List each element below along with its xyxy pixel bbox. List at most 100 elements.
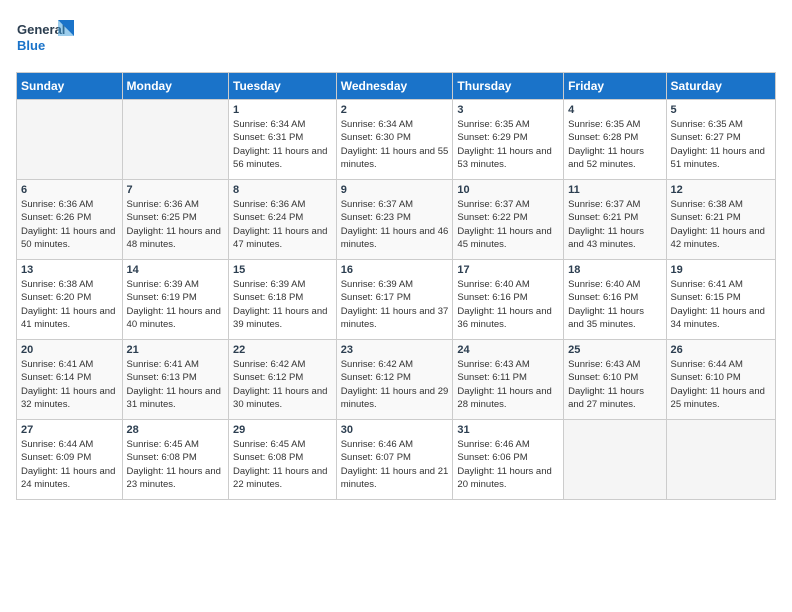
- cell-info: Sunrise: 6:41 AM Sunset: 6:13 PM Dayligh…: [127, 358, 225, 411]
- weekday-header-monday: Monday: [122, 73, 229, 100]
- cell-info: Sunrise: 6:46 AM Sunset: 6:07 PM Dayligh…: [341, 438, 449, 491]
- day-number: 13: [21, 264, 118, 276]
- day-number: 15: [233, 264, 332, 276]
- cell-info: Sunrise: 6:39 AM Sunset: 6:18 PM Dayligh…: [233, 278, 332, 331]
- week-row-2: 6Sunrise: 6:36 AM Sunset: 6:26 PM Daylig…: [17, 180, 776, 260]
- cell-info: Sunrise: 6:35 AM Sunset: 6:27 PM Dayligh…: [671, 118, 771, 171]
- weekday-header-friday: Friday: [564, 73, 666, 100]
- day-number: 4: [568, 104, 661, 116]
- cell-info: Sunrise: 6:36 AM Sunset: 6:24 PM Dayligh…: [233, 198, 332, 251]
- cell-info: Sunrise: 6:36 AM Sunset: 6:26 PM Dayligh…: [21, 198, 118, 251]
- svg-text:Blue: Blue: [17, 38, 45, 53]
- calendar-cell: 21 Sunrise: 6:41 AM Sunset: 6:13 PM Dayli…: [122, 340, 229, 420]
- day-number: 22: [233, 344, 332, 356]
- cell-info: Sunrise: 6:37 AM Sunset: 6:23 PM Dayligh…: [341, 198, 449, 251]
- day-number: 10: [457, 184, 559, 196]
- weekday-header-row: SundayMondayTuesdayWednesdayThursdayFrid…: [17, 73, 776, 100]
- day-number: 24: [457, 344, 559, 356]
- calendar-cell: 7 Sunrise: 6:36 AM Sunset: 6:25 PM Daylig…: [122, 180, 229, 260]
- day-number: 23: [341, 344, 449, 356]
- calendar-table: SundayMondayTuesdayWednesdayThursdayFrid…: [16, 72, 776, 500]
- calendar-cell: 25 Sunrise: 6:43 AM Sunset: 6:10 PM Dayli…: [564, 340, 666, 420]
- cell-info: Sunrise: 6:35 AM Sunset: 6:29 PM Dayligh…: [457, 118, 559, 171]
- calendar-cell: 6Sunrise: 6:36 AM Sunset: 6:26 PM Daylig…: [17, 180, 123, 260]
- cell-info: Sunrise: 6:38 AM Sunset: 6:20 PM Dayligh…: [21, 278, 118, 331]
- cell-info: Sunrise: 6:43 AM Sunset: 6:10 PM Dayligh…: [568, 358, 661, 411]
- day-number: 9: [341, 184, 449, 196]
- day-number: 8: [233, 184, 332, 196]
- day-number: 29: [233, 424, 332, 436]
- day-number: 1: [233, 104, 332, 116]
- day-number: 16: [341, 264, 449, 276]
- calendar-cell: 17Sunrise: 6:40 AM Sunset: 6:16 PM Dayli…: [453, 260, 564, 340]
- weekday-header-sunday: Sunday: [17, 73, 123, 100]
- calendar-cell: 5 Sunrise: 6:35 AM Sunset: 6:27 PM Daylig…: [666, 100, 775, 180]
- day-number: 31: [457, 424, 559, 436]
- cell-info: Sunrise: 6:44 AM Sunset: 6:10 PM Dayligh…: [671, 358, 771, 411]
- calendar-cell: 20Sunrise: 6:41 AM Sunset: 6:14 PM Dayli…: [17, 340, 123, 420]
- calendar-cell: 28Sunrise: 6:45 AM Sunset: 6:08 PM Dayli…: [122, 420, 229, 500]
- calendar-cell: 1 Sunrise: 6:34 AM Sunset: 6:31 PM Daylig…: [229, 100, 337, 180]
- cell-info: Sunrise: 6:42 AM Sunset: 6:12 PM Dayligh…: [233, 358, 332, 411]
- calendar-cell: 13 Sunrise: 6:38 AM Sunset: 6:20 PM Dayli…: [17, 260, 123, 340]
- calendar-cell: 11 Sunrise: 6:37 AM Sunset: 6:21 PM Dayli…: [564, 180, 666, 260]
- cell-info: Sunrise: 6:34 AM Sunset: 6:30 PM Dayligh…: [341, 118, 449, 171]
- calendar-cell: 23 Sunrise: 6:42 AM Sunset: 6:12 PM Dayli…: [336, 340, 453, 420]
- day-number: 19: [671, 264, 771, 276]
- day-number: 14: [127, 264, 225, 276]
- weekday-header-saturday: Saturday: [666, 73, 775, 100]
- week-row-1: 1 Sunrise: 6:34 AM Sunset: 6:31 PM Daylig…: [17, 100, 776, 180]
- cell-info: Sunrise: 6:34 AM Sunset: 6:31 PM Dayligh…: [233, 118, 332, 171]
- cell-info: Sunrise: 6:38 AM Sunset: 6:21 PM Dayligh…: [671, 198, 771, 251]
- calendar-cell: 18Sunrise: 6:40 AM Sunset: 6:16 PM Dayli…: [564, 260, 666, 340]
- calendar-cell: 27Sunrise: 6:44 AM Sunset: 6:09 PM Dayli…: [17, 420, 123, 500]
- week-row-4: 20Sunrise: 6:41 AM Sunset: 6:14 PM Dayli…: [17, 340, 776, 420]
- weekday-header-thursday: Thursday: [453, 73, 564, 100]
- cell-info: Sunrise: 6:35 AM Sunset: 6:28 PM Dayligh…: [568, 118, 661, 171]
- calendar-cell: 8 Sunrise: 6:36 AM Sunset: 6:24 PM Daylig…: [229, 180, 337, 260]
- calendar-cell: 12 Sunrise: 6:38 AM Sunset: 6:21 PM Dayli…: [666, 180, 775, 260]
- day-number: 12: [671, 184, 771, 196]
- calendar-cell: 10 Sunrise: 6:37 AM Sunset: 6:22 PM Dayli…: [453, 180, 564, 260]
- day-number: 11: [568, 184, 661, 196]
- day-number: 3: [457, 104, 559, 116]
- cell-info: Sunrise: 6:44 AM Sunset: 6:09 PM Dayligh…: [21, 438, 118, 491]
- calendar-cell: 22 Sunrise: 6:42 AM Sunset: 6:12 PM Dayli…: [229, 340, 337, 420]
- day-number: 21: [127, 344, 225, 356]
- cell-info: Sunrise: 6:39 AM Sunset: 6:17 PM Dayligh…: [341, 278, 449, 331]
- calendar-cell: 31 Sunrise: 6:46 AM Sunset: 6:06 PM Dayli…: [453, 420, 564, 500]
- cell-info: Sunrise: 6:46 AM Sunset: 6:06 PM Dayligh…: [457, 438, 559, 491]
- calendar-cell: 2Sunrise: 6:34 AM Sunset: 6:30 PM Daylig…: [336, 100, 453, 180]
- cell-info: Sunrise: 6:40 AM Sunset: 6:16 PM Dayligh…: [457, 278, 559, 331]
- calendar-cell: 30Sunrise: 6:46 AM Sunset: 6:07 PM Dayli…: [336, 420, 453, 500]
- logo: General Blue: [16, 16, 76, 60]
- calendar-cell: [564, 420, 666, 500]
- cell-info: Sunrise: 6:37 AM Sunset: 6:21 PM Dayligh…: [568, 198, 661, 251]
- calendar-cell: [122, 100, 229, 180]
- calendar-cell: 4 Sunrise: 6:35 AM Sunset: 6:28 PM Daylig…: [564, 100, 666, 180]
- calendar-cell: 15 Sunrise: 6:39 AM Sunset: 6:18 PM Dayli…: [229, 260, 337, 340]
- cell-info: Sunrise: 6:41 AM Sunset: 6:15 PM Dayligh…: [671, 278, 771, 331]
- cell-info: Sunrise: 6:41 AM Sunset: 6:14 PM Dayligh…: [21, 358, 118, 411]
- day-number: 25: [568, 344, 661, 356]
- cell-info: Sunrise: 6:45 AM Sunset: 6:08 PM Dayligh…: [233, 438, 332, 491]
- calendar-cell: 24 Sunrise: 6:43 AM Sunset: 6:11 PM Dayli…: [453, 340, 564, 420]
- weekday-header-tuesday: Tuesday: [229, 73, 337, 100]
- cell-info: Sunrise: 6:42 AM Sunset: 6:12 PM Dayligh…: [341, 358, 449, 411]
- page-header: General Blue: [16, 16, 776, 60]
- calendar-cell: [17, 100, 123, 180]
- calendar-cell: 3 Sunrise: 6:35 AM Sunset: 6:29 PM Daylig…: [453, 100, 564, 180]
- calendar-cell: 16 Sunrise: 6:39 AM Sunset: 6:17 PM Dayli…: [336, 260, 453, 340]
- cell-info: Sunrise: 6:37 AM Sunset: 6:22 PM Dayligh…: [457, 198, 559, 251]
- cell-info: Sunrise: 6:39 AM Sunset: 6:19 PM Dayligh…: [127, 278, 225, 331]
- calendar-cell: 26Sunrise: 6:44 AM Sunset: 6:10 PM Dayli…: [666, 340, 775, 420]
- cell-info: Sunrise: 6:43 AM Sunset: 6:11 PM Dayligh…: [457, 358, 559, 411]
- calendar-cell: 9 Sunrise: 6:37 AM Sunset: 6:23 PM Daylig…: [336, 180, 453, 260]
- day-number: 28: [127, 424, 225, 436]
- logo-svg: General Blue: [16, 16, 76, 60]
- day-number: 18: [568, 264, 661, 276]
- calendar-cell: [666, 420, 775, 500]
- cell-info: Sunrise: 6:36 AM Sunset: 6:25 PM Dayligh…: [127, 198, 225, 251]
- day-number: 5: [671, 104, 771, 116]
- day-number: 7: [127, 184, 225, 196]
